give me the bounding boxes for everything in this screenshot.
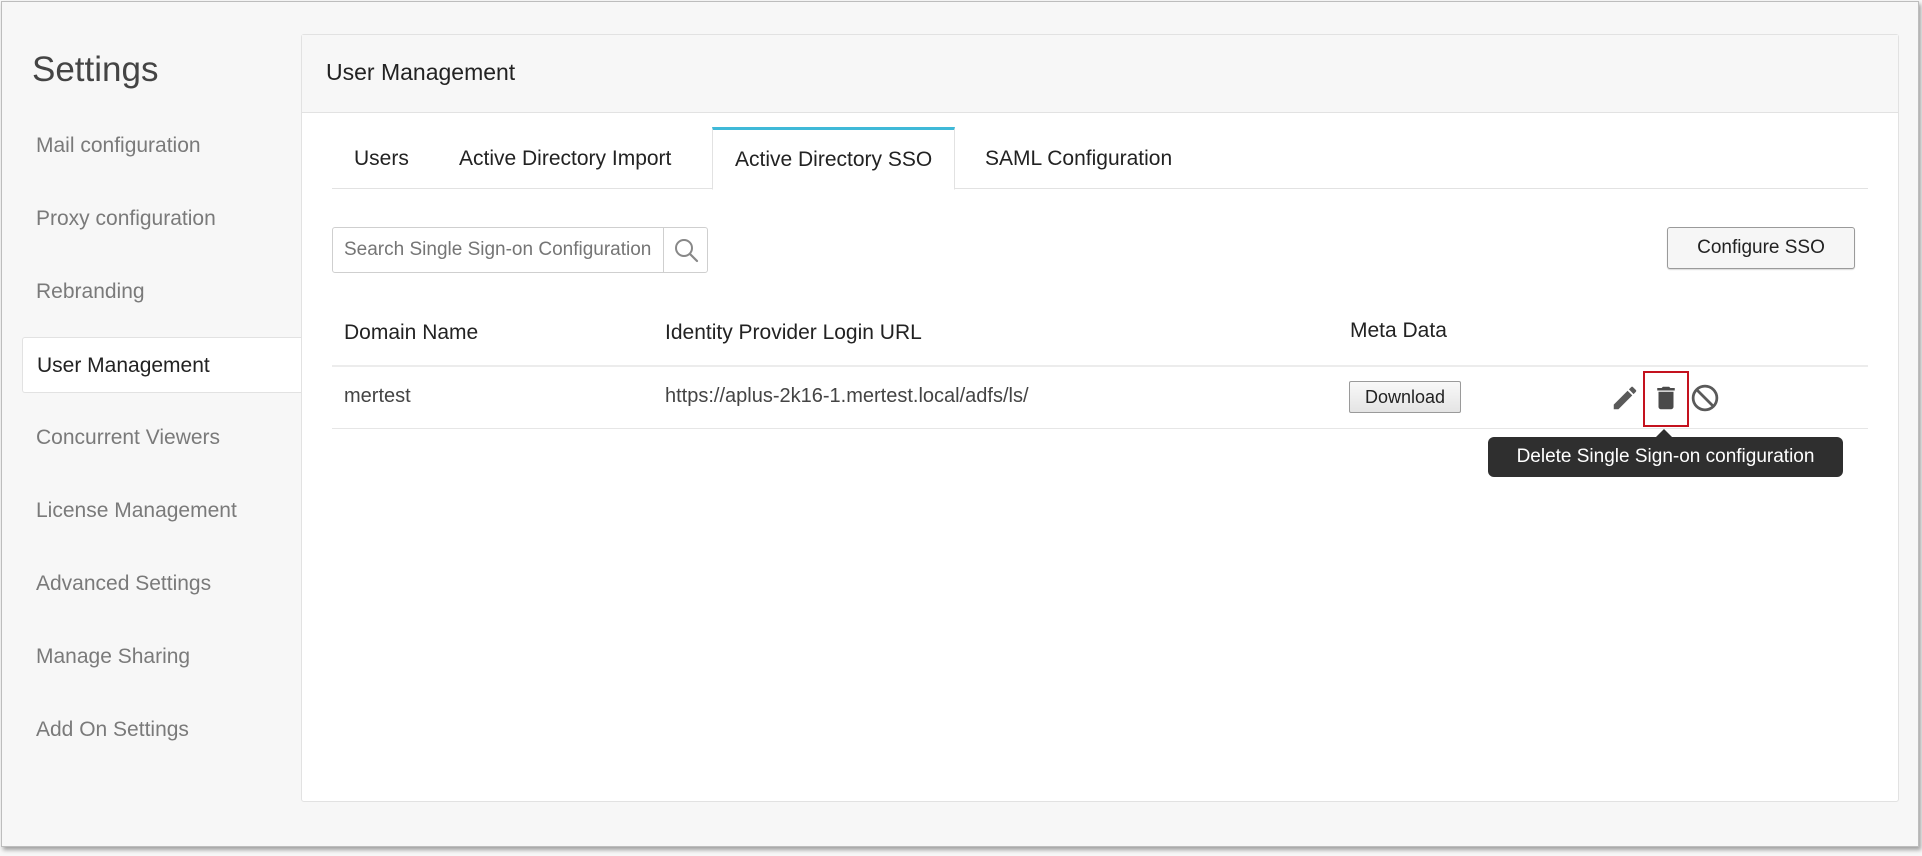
highlight-box: [1643, 371, 1689, 427]
sidebar-item-license-management[interactable]: License Management: [22, 483, 302, 539]
search-icon[interactable]: [663, 228, 707, 272]
sidebar-item-concurrent-viewers[interactable]: Concurrent Viewers: [22, 410, 302, 466]
configure-sso-button[interactable]: Configure SSO: [1667, 227, 1855, 269]
tab-active-directory-import[interactable]: Active Directory Import: [437, 127, 693, 189]
tab-saml-configuration[interactable]: SAML Configuration: [963, 127, 1194, 189]
download-metadata-button[interactable]: Download: [1349, 381, 1461, 413]
search-input[interactable]: [333, 228, 663, 272]
tab-bar: Users Active Directory Import Active Dir…: [332, 127, 1868, 190]
column-header-idp-login-url: Identity Provider Login URL: [665, 321, 922, 344]
row-domain-name: mertest: [344, 385, 411, 407]
settings-title: Settings: [32, 50, 159, 89]
panel-header: User Management: [302, 35, 1898, 113]
sidebar-item-rebranding[interactable]: Rebranding: [22, 264, 302, 320]
sidebar-item-add-on-settings[interactable]: Add On Settings: [22, 702, 302, 758]
delete-tooltip: Delete Single Sign-on configuration: [1488, 429, 1843, 477]
sidebar-item-proxy-configuration[interactable]: Proxy configuration: [22, 191, 302, 247]
main-panel: User Management Users Active Directory I…: [301, 34, 1899, 802]
search-box: [332, 227, 708, 273]
sidebar-item-manage-sharing[interactable]: Manage Sharing: [22, 629, 302, 685]
sidebar-item-user-management[interactable]: User Management: [22, 337, 302, 393]
sidebar-item-advanced-settings[interactable]: Advanced Settings: [22, 556, 302, 612]
column-header-domain-name: Domain Name: [344, 321, 479, 344]
column-header-meta-data: Meta Data: [1350, 319, 1447, 342]
tab-users[interactable]: Users: [332, 127, 431, 189]
window-frame: Settings Mail configuration Proxy config…: [1, 1, 1919, 847]
page-title: User Management: [326, 59, 516, 85]
sidebar-item-mail-configuration[interactable]: Mail configuration: [22, 118, 302, 174]
row-idp-login-url: https://aplus-2k16-1.mertest.local/adfs/…: [665, 385, 1029, 407]
edit-icon[interactable]: [1609, 381, 1641, 415]
disable-icon[interactable]: [1689, 381, 1721, 415]
tab-active-directory-sso[interactable]: Active Directory SSO: [712, 127, 956, 190]
